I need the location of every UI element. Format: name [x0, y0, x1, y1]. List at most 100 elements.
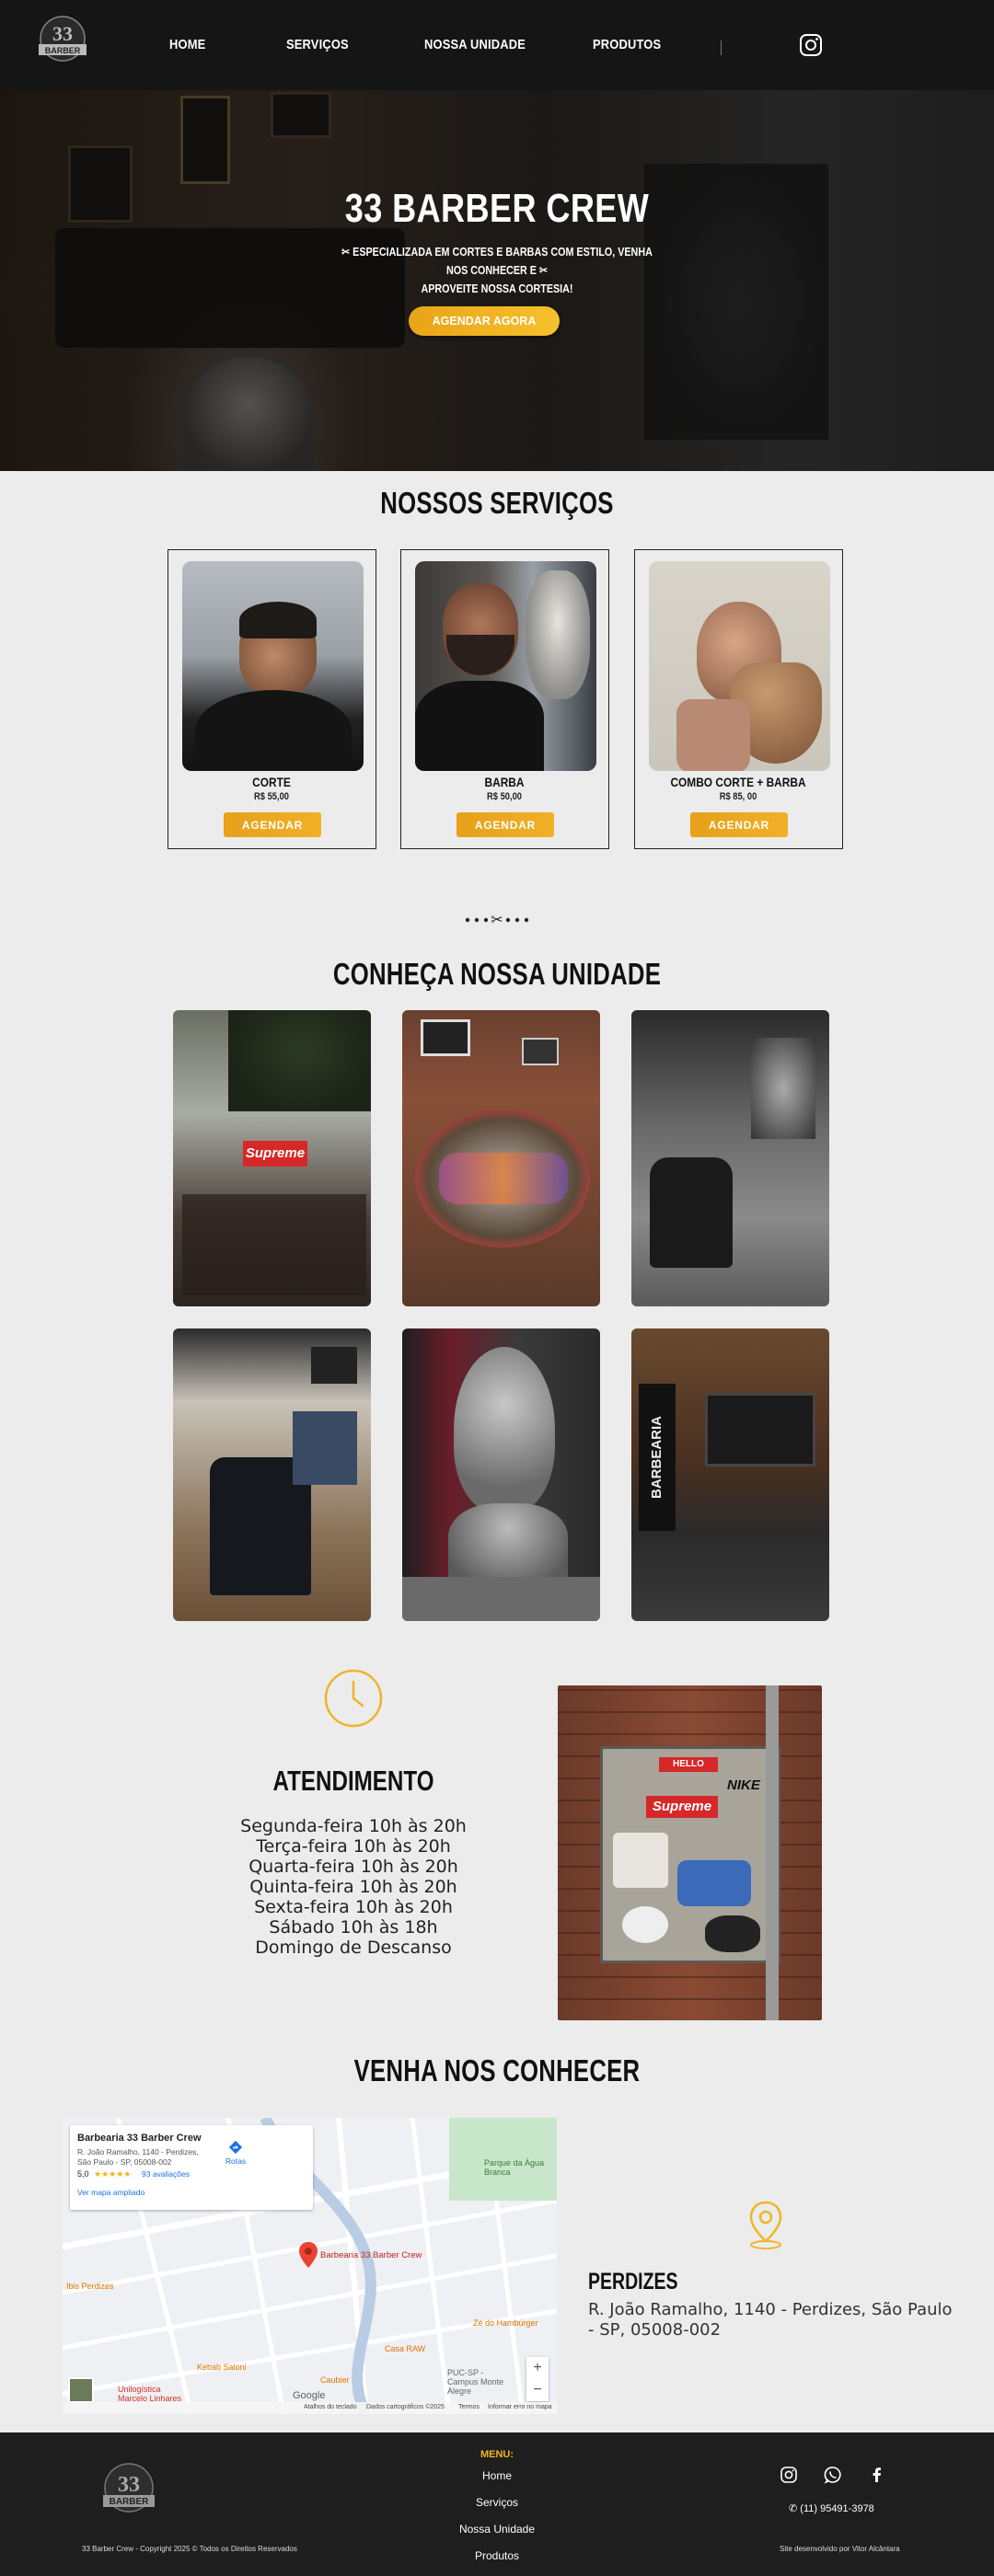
hello-sticker: HELLO: [659, 1757, 718, 1772]
hours-item: Quarta-feira 10h às 20h: [248, 1857, 458, 1877]
location-pin-icon: [749, 2201, 782, 2249]
facebook-icon[interactable]: [868, 2466, 886, 2484]
map-park-label: Parque da Água Branca: [484, 2158, 545, 2177]
google-map-embed[interactable]: Barbearia 33 Barber Crew R. João Ramalho…: [63, 2118, 557, 2414]
developer-credit: Site desenvolvido por Vitor Alcântara: [780, 2545, 900, 2553]
map-poi: Casa RAW: [385, 2344, 426, 2353]
hours-item: Domingo de Descanso: [255, 1938, 452, 1958]
supreme-sticker: Supreme: [646, 1796, 718, 1818]
rating-stars-icon: ★★★★★: [94, 2169, 132, 2179]
unit-photo-interior[interactable]: [173, 1328, 371, 1621]
svg-text:✂: ✂: [491, 911, 503, 928]
hero-subtitle: ✂ ESPECIALIZADA EM CORTES E BARBAS COM E…: [330, 243, 663, 298]
nike-sticker: NIKE: [727, 1777, 760, 1793]
scissors-divider-icon: ✂: [465, 911, 529, 928]
service-card-combo: COMBO CORTE + BARBA R$ 85, 00 AGENDAR: [634, 549, 843, 849]
footer-link-home[interactable]: Home: [0, 2469, 994, 2482]
unit-photo-statue[interactable]: [402, 1328, 600, 1621]
schedule-button[interactable]: AGENDAR: [690, 812, 788, 837]
map-poi: PUC-SP - Campus Monte Alegre: [447, 2368, 504, 2396]
map-footer-item[interactable]: Atalhos do teclado: [304, 2404, 357, 2410]
service-name: CORTE: [252, 775, 291, 789]
services-title: NOSSOS SERVIÇOS: [380, 486, 614, 520]
zoom-out-icon[interactable]: −: [526, 2379, 549, 2401]
service-photo-barba: [415, 561, 596, 771]
scissors-emoji-icon: ✂: [341, 246, 353, 259]
hours-item: Quinta-feira 10h às 20h: [249, 1877, 457, 1897]
location-city: PERDIZES: [588, 2269, 678, 2294]
visit-title: VENHA NOS CONHECER: [353, 2053, 641, 2087]
unit-title: CONHEÇA NOSSA UNIDADE: [332, 957, 662, 991]
map-info-card: Barbearia 33 Barber Crew R. João Ramalho…: [70, 2125, 313, 2210]
service-photo-combo: [649, 561, 830, 771]
map-zoom-controls: + −: [526, 2357, 549, 2401]
barber-logo[interactable]: 33 BARBER: [33, 13, 92, 64]
schedule-button[interactable]: AGENDAR: [224, 812, 321, 837]
instagram-icon[interactable]: [799, 33, 823, 57]
location-address: R. João Ramalho, 1140 - Perdizes, São Pa…: [588, 2300, 953, 2340]
unit-photo-chairs-bw[interactable]: [631, 1010, 829, 1306]
hours-item: Segunda-feira 10h às 20h: [240, 1816, 467, 1836]
map-footer: Atalhos do teclado Dados cartográficos ©…: [63, 2402, 557, 2414]
site-header: 33 BARBER HOME SERVIÇOS NOSSA UNIDADE PR…: [0, 0, 994, 90]
google-logo: Google: [293, 2390, 326, 2401]
site-footer: 33 BARBER 33 Barber Crew - Copyright 202…: [0, 2432, 994, 2576]
map-reviews-link[interactable]: 93 avaliações: [142, 2169, 190, 2179]
footer-link-nossa-unidade[interactable]: Nossa Unidade: [0, 2523, 994, 2536]
svg-text:BARBER: BARBER: [45, 46, 81, 55]
map-place-name: Barbearia 33 Barber Crew: [77, 2133, 202, 2144]
svg-text:33: 33: [52, 22, 73, 45]
instagram-icon[interactable]: [780, 2466, 798, 2484]
map-poi: Caubier: [320, 2375, 350, 2385]
map-poi: Kebab Saloni: [197, 2363, 247, 2372]
map-poi: Unilogística Marcelo Linhares: [118, 2385, 182, 2403]
sticker-box-photo: HELLO Supreme NIKE: [558, 1685, 822, 2020]
schedule-title: ATENDIMENTO: [272, 1765, 434, 1797]
hero-subtitle-line1: ESPECIALIZADA EM CORTES E BARBAS COM EST…: [353, 246, 653, 277]
clock-icon: [324, 1669, 383, 1728]
opening-hours-list: Segunda-feira 10h às 20h Terça-feira 10h…: [169, 1816, 537, 1958]
footer-menu-title: MENU:: [480, 2449, 514, 2460]
nav-divider: [721, 40, 722, 55]
service-price: R$ 55,00: [254, 791, 289, 802]
phone-icon: ✆: [789, 2503, 801, 2514]
phone-number: (11) 95491-3978: [800, 2503, 874, 2514]
map-footer-item[interactable]: Termos: [458, 2404, 480, 2410]
map-routes-label: Rotas: [225, 2156, 247, 2166]
service-price: R$ 50,00: [487, 791, 522, 802]
nav-home[interactable]: HOME: [169, 37, 205, 52]
map-poi: Ibis Perdizes: [66, 2282, 114, 2291]
map-rating: 5,0: [77, 2169, 89, 2179]
map-footer-item: Dados cartográficos ©2025: [366, 2404, 445, 2410]
satellite-toggle[interactable]: [68, 2377, 94, 2403]
map-footer-item[interactable]: Informar erro no mapa: [488, 2404, 552, 2410]
map-pin-icon[interactable]: [298, 2241, 318, 2269]
map-address-line2: São Paulo - SP, 05008-002: [77, 2157, 172, 2167]
map-place-address: R. João Ramalho, 1140 - Perdizes, São Pau…: [77, 2147, 215, 2168]
whatsapp-icon[interactable]: [824, 2466, 842, 2484]
unit-photo-barbearia[interactable]: BARBEARIA: [631, 1328, 829, 1621]
hero-subtitle-line2: APROVEITE NOSSA CORTESIA!: [421, 282, 573, 295]
map-poi: Zé do Hambúrger: [473, 2318, 538, 2328]
hero-title: 33 BARBER CREW: [344, 186, 650, 231]
scissors-emoji-icon: ✂: [536, 264, 548, 277]
map-larger-link[interactable]: Ver mapa ampliado: [77, 2188, 144, 2197]
schedule-now-button[interactable]: AGENDAR AGORA: [409, 306, 560, 336]
hours-item: Sábado 10h às 18h: [269, 1917, 438, 1938]
supreme-sign: Supreme: [243, 1141, 307, 1167]
schedule-button[interactable]: AGENDAR: [457, 812, 554, 837]
unit-photo-graffiti[interactable]: [402, 1010, 600, 1306]
unit-photo-storefront[interactable]: Supreme: [173, 1010, 371, 1306]
directions-icon: [228, 2140, 243, 2155]
nav-nossa-unidade[interactable]: NOSSA UNIDADE: [424, 37, 526, 52]
hours-item: Sexta-feira 10h às 20h: [254, 1897, 453, 1917]
nav-produtos[interactable]: PRODUTOS: [593, 37, 661, 52]
zoom-in-icon[interactable]: +: [526, 2357, 549, 2379]
map-routes-button[interactable]: Rotas: [217, 2140, 254, 2166]
nav-servicos[interactable]: SERVIÇOS: [286, 37, 349, 52]
service-card-corte: CORTE R$ 55,00 AGENDAR: [168, 549, 376, 849]
footer-phone[interactable]: ✆ (11) 95491-3978: [789, 2502, 874, 2514]
service-card-barba: BARBA R$ 50,00 AGENDAR: [400, 549, 609, 849]
hero-content: 33 BARBER CREW ✂ ESPECIALIZADA EM CORTES…: [0, 90, 994, 471]
service-price: R$ 85, 00: [719, 791, 757, 802]
